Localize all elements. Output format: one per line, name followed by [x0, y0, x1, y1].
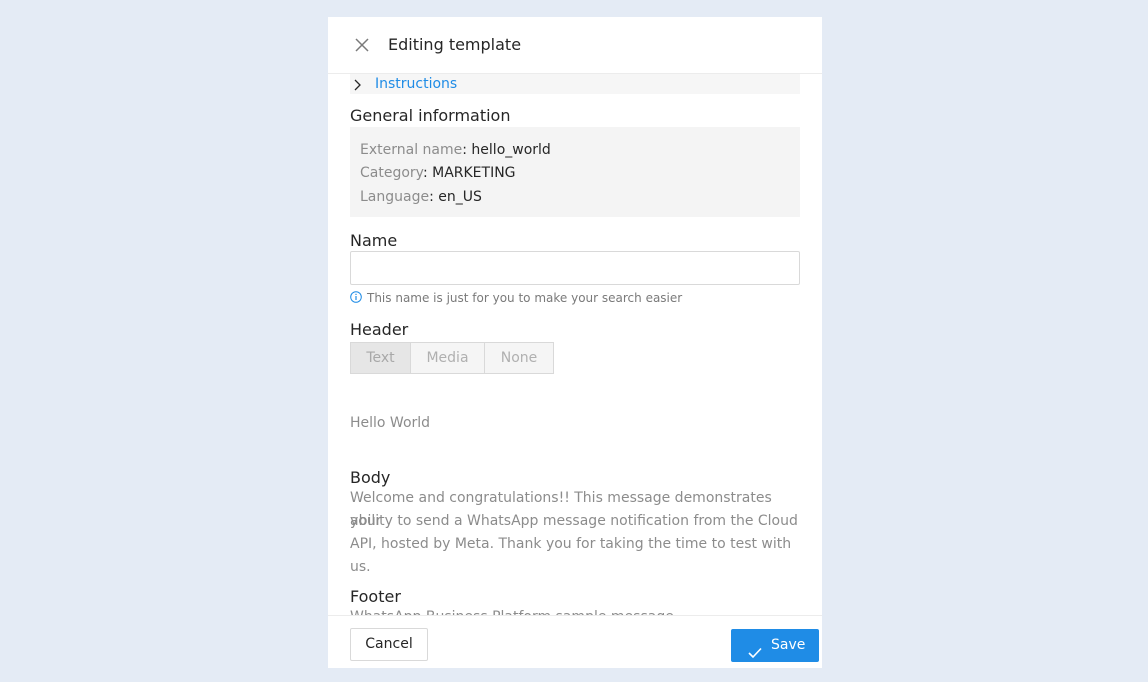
- header-option-text[interactable]: Text: [350, 342, 411, 374]
- edit-template-modal: Editing template Instructions General in…: [328, 17, 822, 668]
- save-label: Save: [771, 637, 806, 653]
- hint-text: This name is just for you to make your s…: [367, 291, 683, 305]
- info-value: MARKETING: [432, 165, 516, 181]
- cancel-button[interactable]: Cancel: [350, 628, 428, 661]
- modal-footer: Cancel Save: [328, 615, 822, 668]
- modal-header: Editing template: [328, 17, 822, 74]
- check-icon: [748, 639, 762, 659]
- info-key: Category: [360, 165, 423, 181]
- info-separator: :: [429, 189, 439, 205]
- modal-title: Editing template: [388, 35, 522, 54]
- name-label: Name: [350, 231, 398, 250]
- info-key: External name: [360, 142, 463, 158]
- info-icon: [350, 291, 362, 303]
- body-text-line: API, hosted by Meta. Thank you for takin…: [350, 536, 792, 575]
- info-row-external-name: External name: hello_world: [360, 140, 551, 160]
- modal-body[interactable]: Instructions General information Externa…: [350, 74, 800, 615]
- body-label: Body: [350, 468, 391, 487]
- header-label: Header: [350, 320, 409, 339]
- header-option-none[interactable]: None: [484, 342, 554, 374]
- info-separator: :: [422, 165, 433, 181]
- chevron-right-icon: [352, 77, 362, 91]
- info-row-language: Language: en_US: [360, 187, 482, 207]
- info-value: hello_world: [471, 142, 551, 158]
- info-value: en_US: [438, 189, 482, 205]
- footer-text: WhatsApp Business Platform sample messag…: [350, 606, 674, 615]
- close-icon[interactable]: [352, 35, 372, 55]
- instructions-collapse[interactable]: Instructions: [350, 74, 800, 94]
- info-key: Language: [360, 189, 430, 205]
- header-option-media[interactable]: Media: [410, 342, 485, 374]
- body-text-line: ability to send a WhatsApp message notif…: [350, 513, 798, 529]
- save-button[interactable]: Save: [731, 629, 819, 662]
- footer-label: Footer: [350, 587, 401, 606]
- info-row-category: Category: MARKETING: [360, 163, 516, 183]
- header-text: Hello World: [350, 415, 431, 431]
- instructions-link[interactable]: Instructions: [375, 74, 457, 94]
- general-info-box: External name: hello_world Category: MAR…: [350, 127, 800, 217]
- name-input[interactable]: [350, 251, 800, 285]
- general-info-title: General information: [350, 106, 511, 125]
